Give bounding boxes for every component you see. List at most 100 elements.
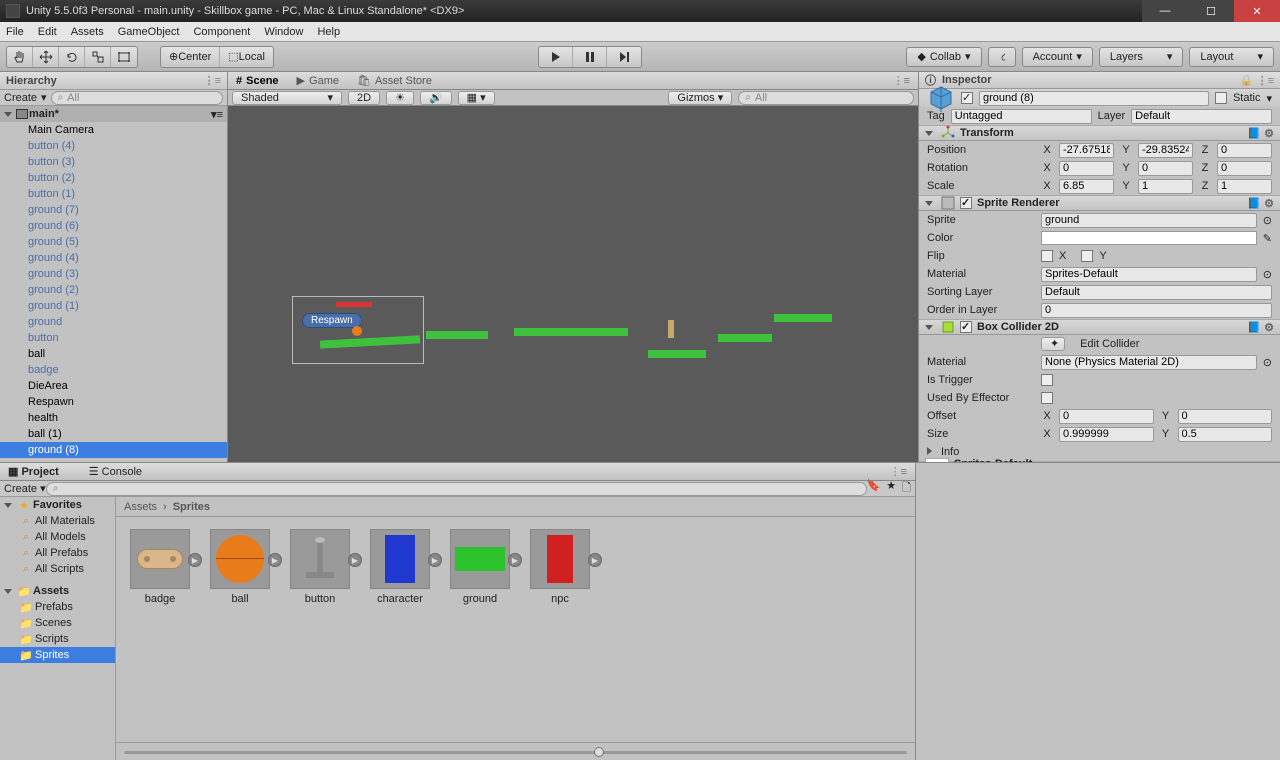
breadcrumb-root[interactable]: Assets (124, 501, 157, 513)
breadcrumb-current[interactable]: Sprites (173, 501, 210, 513)
hierarchy-scene-header[interactable]: main* ▾≡ (0, 106, 227, 122)
hierarchy-item[interactable]: health (0, 410, 227, 426)
folder-item[interactable]: 📁Scripts (0, 631, 115, 647)
scale-tool[interactable] (85, 47, 111, 67)
scene-view[interactable]: Respawn (228, 106, 918, 462)
offset-y[interactable] (1178, 409, 1273, 424)
pause-button[interactable] (573, 47, 607, 67)
asset-play-icon[interactable]: ▶ (348, 553, 362, 567)
material-preview-header[interactable]: Sprites-Default Shader Sprites/Default 📘… (919, 461, 1280, 462)
scene-lighting-toggle[interactable]: ☀ (386, 91, 414, 105)
folder-item[interactable]: 📁Sprites (0, 647, 115, 663)
rotation-x[interactable] (1059, 161, 1114, 176)
sorting-layer-dropdown[interactable] (1041, 285, 1272, 300)
window-maximize-button[interactable]: ☐ (1188, 0, 1234, 22)
hand-tool[interactable] (7, 47, 33, 67)
scene-ball[interactable] (352, 326, 362, 336)
hierarchy-item[interactable]: Main Camera (0, 122, 227, 138)
menu-window[interactable]: Window (264, 26, 303, 38)
rect-tool[interactable] (111, 47, 137, 67)
triangle-right-icon[interactable] (927, 446, 935, 458)
cloud-button[interactable] (988, 47, 1016, 67)
scene-button[interactable] (668, 320, 674, 338)
layer-dropdown[interactable] (1131, 109, 1272, 124)
inspector-tab[interactable]: ⓘ Inspector🔒 ⋮≡ (919, 72, 1280, 89)
menu-edit[interactable]: Edit (38, 26, 57, 38)
rotation-z[interactable] (1217, 161, 1272, 176)
hierarchy-item[interactable]: ground (5) (0, 234, 227, 250)
rotation-y[interactable] (1138, 161, 1193, 176)
position-z[interactable] (1217, 143, 1272, 158)
scene-gizmos-dropdown[interactable]: Gizmos ▾ (668, 91, 732, 105)
favorites-folder[interactable]: ★Favorites (0, 497, 115, 513)
window-close-button[interactable]: ✕ (1234, 0, 1280, 22)
menu-assets[interactable]: Assets (71, 26, 104, 38)
hierarchy-item[interactable]: button (1) (0, 186, 227, 202)
hierarchy-item[interactable]: button (3) (0, 154, 227, 170)
pivot-local-toggle[interactable]: ⬚ Local (220, 47, 273, 67)
edit-collider-button[interactable]: ✦ (1041, 337, 1065, 351)
box-collider-enabled[interactable] (960, 321, 972, 333)
hierarchy-item[interactable]: badge (0, 362, 227, 378)
order-in-layer-field[interactable] (1041, 303, 1272, 318)
pivot-center-toggle[interactable]: ⊕ Center (161, 47, 220, 67)
asset-item[interactable]: ▶ball (208, 529, 272, 605)
scene-ground[interactable] (426, 331, 488, 339)
hierarchy-item[interactable]: button (4) (0, 138, 227, 154)
favorite-item[interactable]: ⌕All Materials (0, 513, 115, 529)
material-picker-icon[interactable]: ⊙ (1263, 268, 1272, 281)
favorite-item[interactable]: ⌕All Models (0, 529, 115, 545)
collab-button[interactable]: ◆ Collab ▾ (906, 47, 981, 67)
asset-item[interactable]: ▶npc (528, 529, 592, 605)
hierarchy-item[interactable]: button (0, 330, 227, 346)
tag-dropdown[interactable] (951, 109, 1092, 124)
sprite-renderer-enabled[interactable] (960, 197, 972, 209)
hierarchy-list[interactable]: Main Camerabutton (4)button (3)button (2… (0, 122, 227, 462)
hierarchy-item[interactable]: ground (4) (0, 250, 227, 266)
asset-item[interactable]: ▶badge (128, 529, 192, 605)
project-filter-icon[interactable]: 🔖 (867, 479, 881, 498)
scene-fx-toggle[interactable]: ▦ ▾ (458, 91, 495, 105)
hierarchy-item[interactable]: ground (3) (0, 266, 227, 282)
layers-dropdown[interactable]: Layers ▾ (1099, 47, 1184, 67)
menu-help[interactable]: Help (317, 26, 340, 38)
gameobject-name-field[interactable] (979, 91, 1209, 106)
flip-y-checkbox[interactable] (1081, 250, 1093, 262)
scene-ground[interactable] (514, 328, 628, 336)
material-field[interactable] (1041, 267, 1257, 282)
scene-respawn-tag[interactable]: Respawn (302, 313, 362, 328)
tab-game[interactable]: ▶ Game (297, 74, 339, 87)
hierarchy-item[interactable]: ground (7) (0, 202, 227, 218)
project-create-dropdown[interactable]: Create (4, 483, 37, 495)
scene-audio-toggle[interactable]: 🔊 (420, 91, 452, 105)
scene-ground[interactable] (718, 334, 772, 342)
hierarchy-item[interactable]: Respawn (0, 394, 227, 410)
step-button[interactable] (607, 47, 641, 67)
used-by-effector-checkbox[interactable] (1041, 392, 1053, 404)
offset-x[interactable] (1059, 409, 1154, 424)
hierarchy-item[interactable]: button (2) (0, 170, 227, 186)
menu-gameobject[interactable]: GameObject (118, 26, 180, 38)
scene-ground[interactable] (648, 350, 706, 358)
scale-z[interactable] (1217, 179, 1272, 194)
hierarchy-item[interactable]: ball (0, 346, 227, 362)
asset-play-icon[interactable]: ▶ (588, 553, 602, 567)
tab-asset-store[interactable]: 🛍 Asset Store (357, 74, 432, 87)
box-collider-header[interactable]: Box Collider 2D📘 ⚙ (919, 319, 1280, 335)
rotate-tool[interactable] (59, 47, 85, 67)
color-field[interactable] (1041, 231, 1257, 245)
tab-project[interactable]: ▦ Project (8, 465, 59, 478)
project-asset-grid[interactable]: ▶badge▶ball▶button▶character▶ground▶npc (116, 517, 915, 742)
asset-play-icon[interactable]: ▶ (508, 553, 522, 567)
tab-console[interactable]: ☰ Console (89, 465, 142, 478)
scene-shaded-dropdown[interactable]: Shaded ▾ (232, 91, 342, 105)
asset-item[interactable]: ▶button (288, 529, 352, 605)
hierarchy-item[interactable]: ground (1) (0, 298, 227, 314)
static-checkbox[interactable] (1215, 92, 1227, 104)
menu-component[interactable]: Component (193, 26, 250, 38)
move-tool[interactable] (33, 47, 59, 67)
window-minimize-button[interactable]: — (1142, 0, 1188, 22)
eyedropper-icon[interactable]: ✎ (1263, 232, 1272, 245)
hierarchy-item[interactable]: ground (8) (0, 442, 227, 458)
assets-folder[interactable]: 📁Assets (0, 583, 115, 599)
